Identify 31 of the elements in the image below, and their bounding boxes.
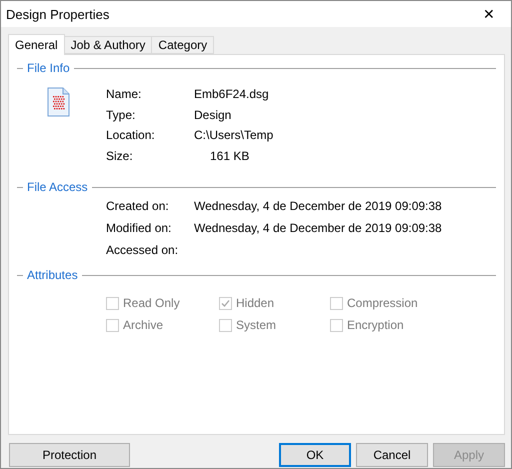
field-label: Name:: [106, 87, 142, 102]
group-title: File Access: [27, 180, 88, 194]
field-label: Size:: [106, 148, 134, 163]
field-value: C:\Users\Temp: [194, 128, 274, 142]
field-label: Created on:: [106, 199, 170, 213]
dialog-button[interactable]: OK: [279, 443, 351, 467]
tab[interactable]: Job & Authory: [64, 36, 152, 54]
checkbox-label: Hidden: [236, 296, 274, 310]
checkbox-label: Encryption: [347, 318, 404, 332]
close-button[interactable]: ✕: [467, 1, 511, 27]
dialog-button[interactable]: Cancel: [356, 443, 428, 467]
field-label: Accessed on:: [106, 243, 180, 257]
tab[interactable]: Category: [151, 36, 214, 54]
field-value: Wednesday, 4 de December de 2019 09:09:38: [194, 221, 442, 235]
group-title: Attributes: [27, 268, 78, 282]
field-value: Design: [194, 108, 232, 122]
field-value: Wednesday, 4 de December de 2019 09:09:38: [194, 199, 442, 213]
field-value: Emb6F24.dsg: [194, 87, 269, 102]
checkbox-label: System: [236, 318, 276, 332]
field-label: Modified on:: [106, 221, 172, 235]
group-title: File Info: [27, 61, 70, 75]
file-icon: [47, 87, 70, 117]
checkbox-label: Compression: [347, 296, 418, 310]
tab[interactable]: General: [8, 34, 65, 55]
window-title: Design Properties: [6, 6, 110, 22]
field-label: Location:: [106, 128, 156, 142]
dialog-button[interactable]: Protection: [9, 443, 130, 467]
field-label: Type:: [106, 108, 136, 122]
field-value: 161 KB: [210, 148, 250, 163]
checkbox-label: Archive: [123, 318, 164, 332]
checkbox-label: Read Only: [123, 296, 180, 310]
